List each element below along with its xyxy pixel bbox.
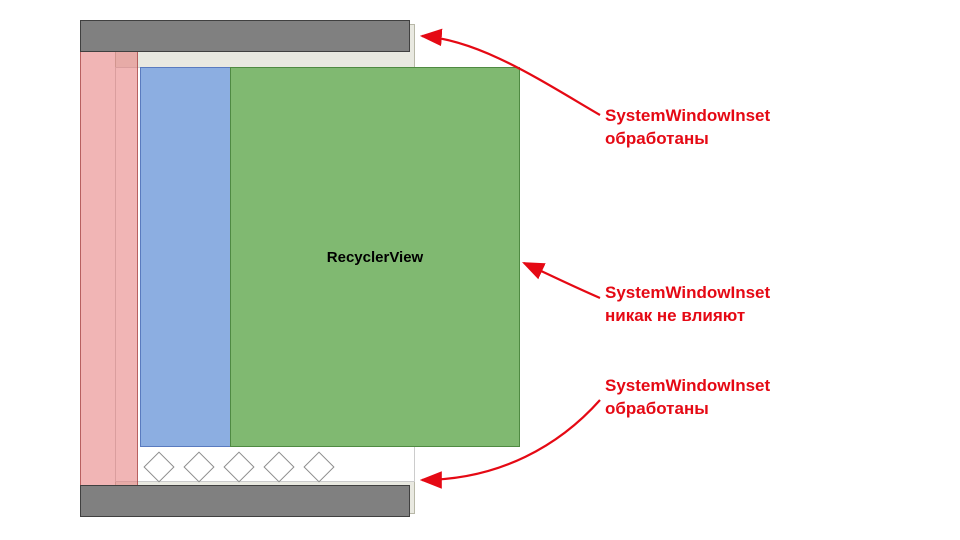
annotation-middle-line2: никак не влияют	[605, 306, 745, 325]
annotation-top-line2: обработаны	[605, 129, 709, 148]
annotation-bottom: SystemWindowInset обработаны	[605, 375, 770, 421]
recycler-view-label: RecyclerView	[327, 249, 423, 266]
left-inset-overlay	[80, 20, 138, 517]
arrow-middle	[524, 263, 600, 298]
diagram-stage: RecyclerView SystemWindowInset обработан…	[0, 0, 960, 540]
annotation-top-line1: SystemWindowInset	[605, 106, 770, 125]
bottom-inset-bar	[80, 485, 410, 517]
diamond-icon	[223, 451, 254, 482]
annotation-bottom-line1: SystemWindowInset	[605, 376, 770, 395]
diamond-icon	[143, 451, 174, 482]
diamond-icon	[263, 451, 294, 482]
diamond-icon	[183, 451, 214, 482]
annotation-middle: SystemWindowInset никак не влияют	[605, 282, 770, 328]
diamond-row	[148, 452, 398, 482]
recycler-view-pane: RecyclerView	[230, 67, 520, 447]
annotation-top: SystemWindowInset обработаны	[605, 105, 770, 151]
diamond-icon	[303, 451, 334, 482]
annotation-middle-line1: SystemWindowInset	[605, 283, 770, 302]
annotation-bottom-line2: обработаны	[605, 399, 709, 418]
top-inset-bar	[80, 20, 410, 52]
